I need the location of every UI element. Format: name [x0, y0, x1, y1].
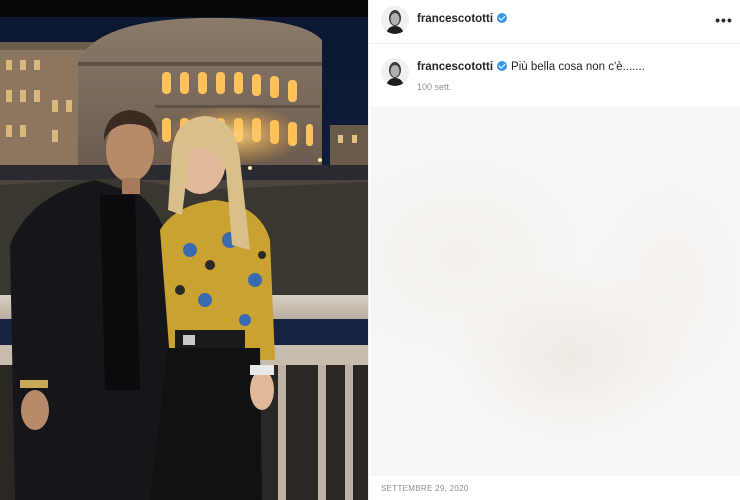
photo-top-bar [0, 0, 368, 17]
caption-avatar-image [381, 58, 409, 86]
avatar[interactable] [381, 6, 409, 34]
caption-time-ago[interactable]: 100 sett. [417, 82, 452, 92]
caption-username[interactable]: francescototti [417, 61, 493, 73]
post-details-panel: francescototti ••• francescototti Più bel… [368, 0, 740, 500]
post-header: francescototti ••• [369, 0, 740, 44]
post-photo[interactable] [0, 0, 368, 500]
blurred-comments-area [370, 106, 740, 476]
more-options-icon[interactable]: ••• [714, 12, 734, 28]
avatar-image [381, 6, 409, 34]
username-text[interactable]: francescototti [417, 13, 493, 25]
username-link[interactable]: francescototti [417, 13, 508, 25]
verified-badge-icon [497, 13, 508, 23]
caption-comment: francescototti Più bella cosa non c'è....… [369, 52, 740, 102]
caption-avatar[interactable] [381, 58, 409, 86]
post-image-colosseum-couple [0, 0, 368, 500]
caption-verified-badge-icon [497, 61, 508, 71]
caption-line: francescototti Più bella cosa non c'è....… [417, 61, 645, 73]
caption-text: Più bella cosa non c'è....... [511, 61, 645, 73]
post-date[interactable]: SETTEMBRE 29, 2020 [381, 484, 469, 493]
